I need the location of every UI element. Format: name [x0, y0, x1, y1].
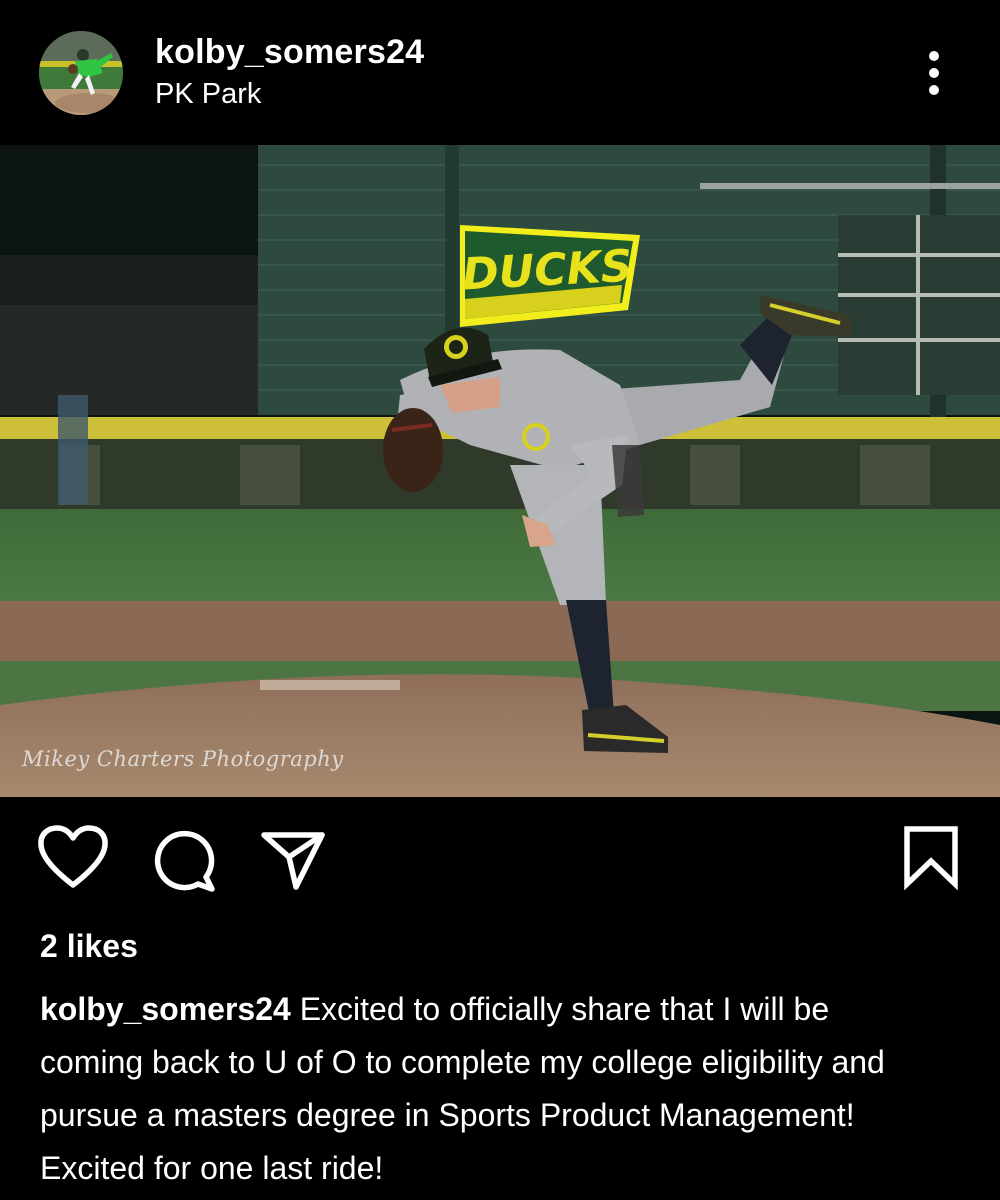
post-caption: kolby_somers24 Excited to officially sha… [40, 983, 940, 1195]
post-photo[interactable]: DUCKS Mikey Charters Photography [0, 145, 1000, 797]
ducks-banner-text: DUCKS [461, 241, 634, 301]
heart-icon [38, 825, 108, 888]
more-vertical-icon-dot [929, 68, 939, 78]
share-button[interactable] [258, 827, 328, 893]
action-bar [0, 797, 1000, 922]
send-icon [261, 832, 325, 890]
like-button[interactable] [36, 824, 110, 890]
post-header: kolby_somers24 PK Park [0, 0, 1000, 145]
bookmark-icon [904, 826, 958, 890]
profile-photo-icon [39, 31, 123, 115]
post-username[interactable]: kolby_somers24 [155, 33, 424, 72]
comment-bubble-icon [154, 830, 215, 892]
baseball-pitcher-photo: DUCKS [0, 145, 1000, 797]
more-options-button[interactable] [914, 46, 954, 100]
more-vertical-icon-dot [929, 85, 939, 95]
save-button[interactable] [898, 824, 964, 890]
caption-username[interactable]: kolby_somers24 [40, 991, 291, 1027]
comment-button[interactable] [150, 827, 218, 895]
avatar[interactable] [39, 31, 123, 115]
likes-count[interactable]: 2 likes [40, 928, 138, 965]
post-location[interactable]: PK Park [155, 78, 261, 111]
photo-watermark: Mikey Charters Photography [22, 747, 344, 771]
more-vertical-icon [929, 51, 939, 61]
